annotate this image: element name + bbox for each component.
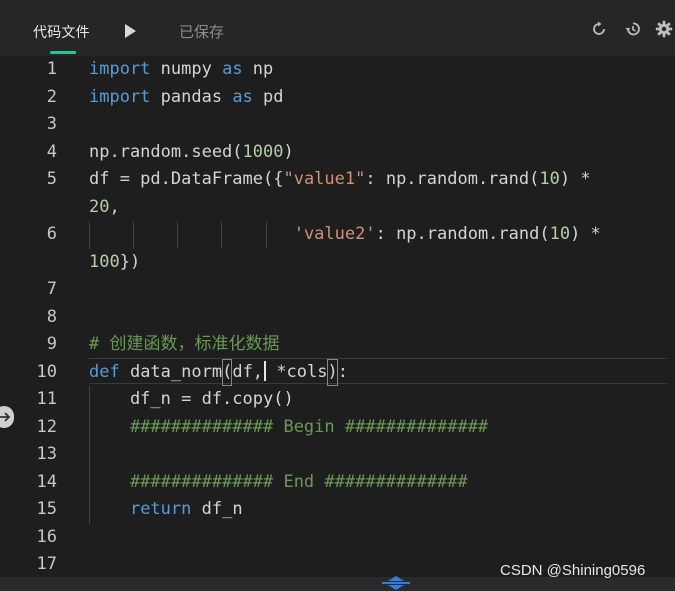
code-text: 100}) <box>89 251 141 272</box>
line-number: 10 <box>36 361 57 382</box>
saved-status: 已保存 <box>179 23 225 41</box>
code-line: 9 # 创建函数，标准化数据 <box>0 331 675 359</box>
code-text: return df_n <box>129 499 243 519</box>
history-icon <box>625 22 640 36</box>
line-number: 8 <box>46 306 57 327</box>
line-number: 17 <box>36 554 57 574</box>
code-line: 8 <box>0 304 675 332</box>
drag-handle-icon <box>382 576 410 590</box>
line-number: 13 <box>36 444 57 464</box>
code-line: 1 import numpy as np <box>0 56 675 84</box>
line-number: 16 <box>36 526 57 547</box>
line-number: 2 <box>46 86 57 107</box>
code-line: 7 <box>0 276 675 304</box>
line-number: 6 <box>46 224 57 244</box>
code-line: 12 ############## Begin ############## <box>0 414 675 442</box>
refresh-icon <box>593 21 605 35</box>
code-text: import pandas as pd <box>89 86 284 107</box>
line-number: 4 <box>46 141 57 162</box>
code-text: 'value2': np.random.rand(10) * <box>293 224 601 244</box>
panel-resize-handle[interactable] <box>380 574 412 591</box>
bracket-match-open: ( <box>222 358 233 386</box>
code-comment: ############## End ############## <box>89 471 468 492</box>
code-text: 20, <box>89 196 120 217</box>
watermark: CSDN @Shining0596 <box>500 562 646 579</box>
code-line: 13 <box>0 441 675 469</box>
line-number: 7 <box>46 279 57 299</box>
code-line-wrap: 100}) <box>0 249 675 277</box>
code-line: 2 import pandas as pd <box>0 84 675 112</box>
line-number: 15 <box>36 499 57 519</box>
code-line: 10 def data_norm(df, *cols): <box>0 358 675 387</box>
bracket-match-close: ) <box>327 358 338 386</box>
run-icon <box>125 24 136 38</box>
code-text: def data_norm(df, *cols): <box>89 358 348 386</box>
code-editor[interactable]: 1 import numpy as np 2 import pandas as … <box>0 56 675 577</box>
code-line: 4 np.random.seed(1000) <box>0 139 675 167</box>
tab-code-file[interactable]: 代码文件 <box>33 22 90 42</box>
editor-header: 代码文件 已保存 <box>0 0 675 56</box>
code-text: df_n = df.copy() <box>89 389 294 409</box>
line-number: 1 <box>46 59 57 79</box>
run-button[interactable] <box>123 23 137 39</box>
code-text: df = pd.DataFrame({"value1": np.random.r… <box>89 169 591 189</box>
arrow-right-icon <box>0 412 11 422</box>
code-line: 6 'value2': np.random.rand(10) * <box>0 221 675 249</box>
line-number: 14 <box>36 471 57 492</box>
code-text: import numpy as np <box>89 59 274 79</box>
code-line: 3 <box>0 111 675 139</box>
code-line: 16 <box>0 524 675 552</box>
header-shade <box>0 0 675 6</box>
code-line: 15 return df_n <box>0 496 675 524</box>
code-line: 14 ############## End ############## <box>0 469 675 497</box>
code-text: np.random.seed(1000) <box>89 141 294 162</box>
code-line: 5 df = pd.DataFrame({"value1": np.random… <box>0 166 675 194</box>
code-comment: # 创建函数，标准化数据 <box>89 334 280 354</box>
code-line: 11 df_n = df.copy() <box>0 386 675 414</box>
gear-icon <box>655 20 673 38</box>
line-number: 9 <box>46 334 57 354</box>
code-comment: ############## Begin ############## <box>89 416 489 437</box>
settings-button[interactable] <box>655 20 673 38</box>
line-number: 3 <box>46 114 57 134</box>
history-button[interactable] <box>624 20 642 38</box>
line-number: 5 <box>46 169 57 189</box>
refresh-button[interactable] <box>590 20 608 38</box>
bottom-panel-bar <box>0 577 675 591</box>
code-line-wrap: 20, <box>0 194 675 222</box>
active-tab-indicator <box>50 51 76 54</box>
